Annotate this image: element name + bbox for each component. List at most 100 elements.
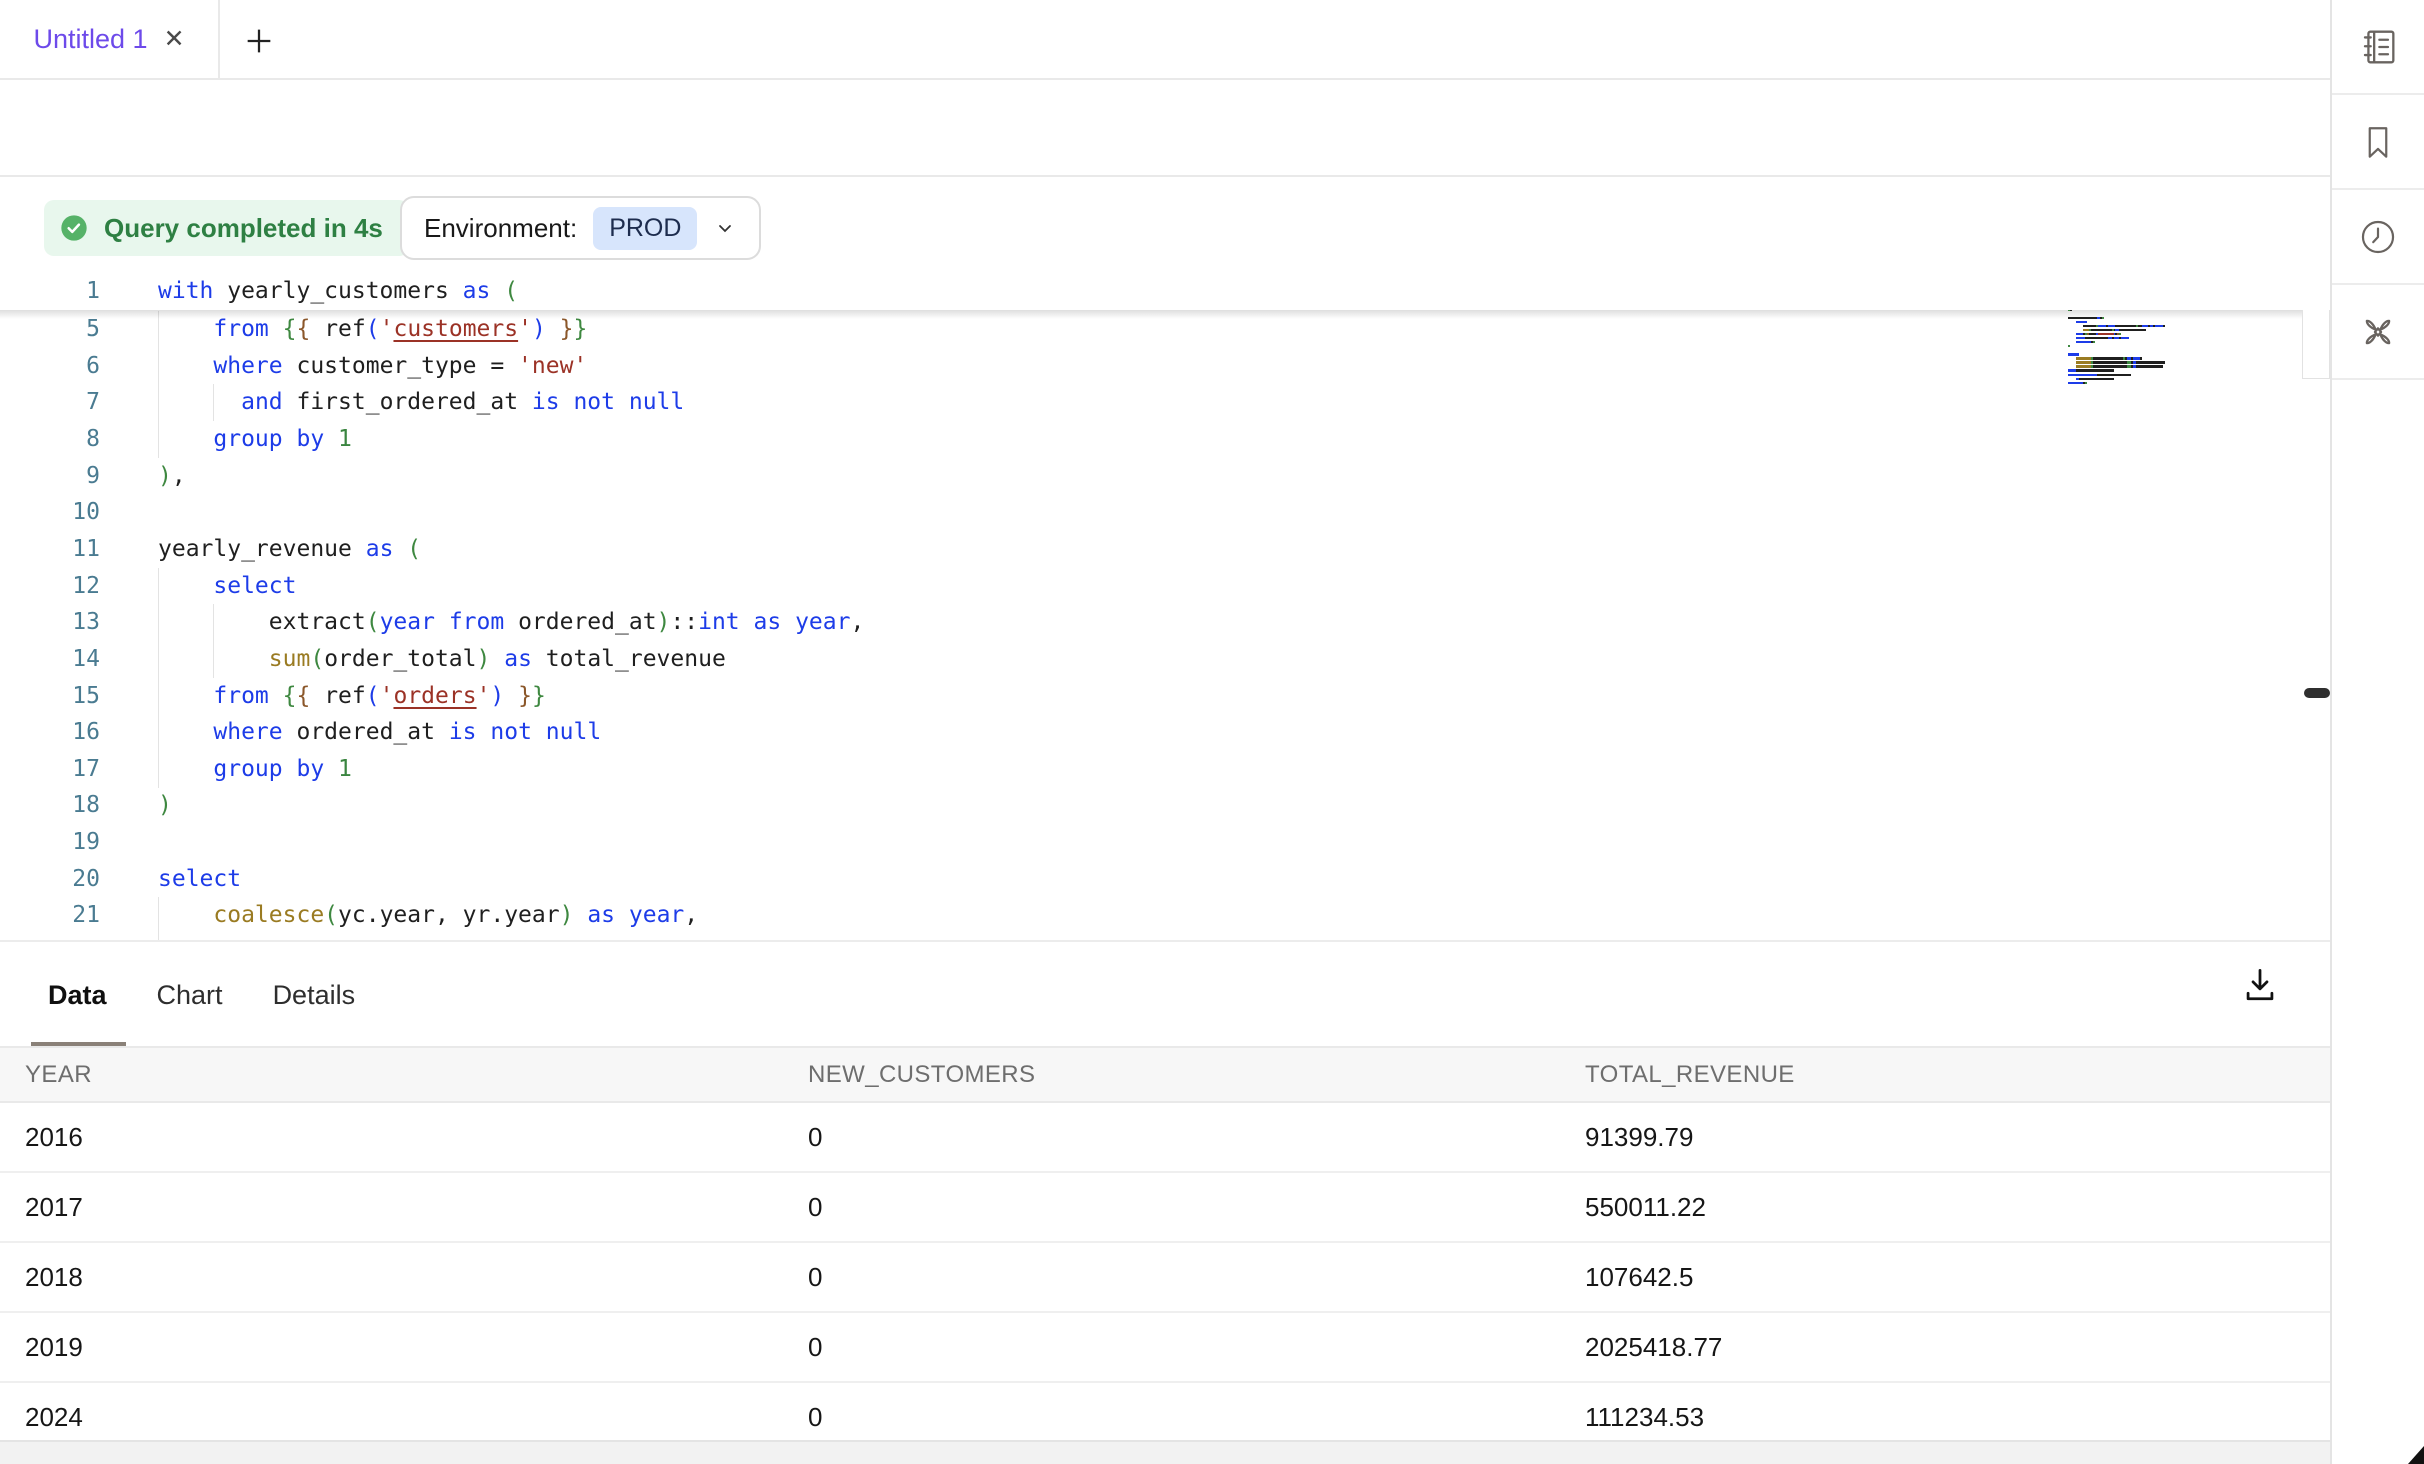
code-text: from {{ ref('orders') }}	[158, 678, 546, 715]
download-icon	[2238, 963, 2282, 1007]
column-header: NEW_CUSTOMERS	[783, 1048, 1560, 1101]
table-cell: 2025418.77	[1560, 1313, 2330, 1381]
code-text: )	[158, 787, 172, 824]
sidebar-bookmarks-button[interactable]	[2332, 95, 2424, 190]
environment-value-chip: PROD	[593, 207, 697, 250]
table-row: 2016091399.79	[0, 1103, 2330, 1173]
table-body: 2016091399.7920170550011.2220180107642.5…	[0, 1103, 2330, 1453]
line-number: 1	[0, 273, 100, 310]
code-editor[interactable]: 5 from {{ ref('customers') }}6 where cus…	[0, 273, 2330, 940]
code-text: coalesce(yc.year, yr.year) as year,	[158, 897, 698, 934]
results-tab-data[interactable]: Data	[48, 980, 107, 1011]
code-text: group by 1	[158, 751, 352, 788]
download-results-button[interactable]	[2238, 963, 2282, 1007]
table-cell: 550011.22	[1560, 1173, 2330, 1241]
line-number: 19	[0, 824, 100, 861]
code-text: select	[158, 568, 296, 605]
ref-link[interactable]: orders	[393, 683, 476, 709]
chevron-down-icon	[713, 216, 737, 240]
code-line: 19	[0, 824, 2330, 861]
environment-selector[interactable]: Environment: PROD	[400, 196, 761, 260]
code-text: yearly_revenue as (	[158, 531, 421, 568]
history-clock-icon	[2356, 215, 2400, 259]
minimap-line	[2068, 381, 2188, 385]
sticky-line-shadow	[0, 310, 2330, 319]
code-text: group by 1	[158, 421, 352, 458]
code-text: where customer_type = 'new'	[158, 348, 587, 385]
code-line: 9),	[0, 458, 2330, 495]
status-row: Query completed in 4s Environment: PROD	[0, 177, 2330, 273]
code-line: 11yearly_revenue as (	[0, 531, 2330, 568]
tab-close-icon[interactable]: ✕	[164, 27, 185, 52]
code-line: 13 extract(year from ordered_at)::int as…	[0, 604, 2330, 641]
line-number: 14	[0, 641, 100, 678]
code-line: 6 where customer_type = 'new'	[0, 348, 2330, 385]
main-panel: Untitled 1 ✕ Develop Run	[0, 0, 2330, 1464]
code-text: sum(order_total) as total_revenue	[158, 641, 726, 678]
line-number: 6	[0, 348, 100, 385]
results-tab-chart[interactable]: Chart	[157, 980, 223, 1011]
table-cell: 107642.5	[1560, 1243, 2330, 1311]
code-text: select	[158, 861, 241, 898]
line-number: 10	[0, 494, 100, 531]
code-line: 20 select	[0, 861, 2330, 898]
column-header: YEAR	[0, 1048, 783, 1101]
code-text: ),	[158, 458, 186, 495]
query-status-pill: Query completed in 4s	[44, 200, 409, 256]
horizontal-scrollbar-track[interactable]	[0, 1440, 2330, 1464]
line-number: 17	[0, 751, 100, 788]
table-cell: 2016	[0, 1103, 783, 1171]
table-cell: 2019	[0, 1313, 783, 1381]
query-status-text: Query completed in 4s	[104, 213, 383, 244]
code-text: where ordered_at is not null	[158, 714, 601, 751]
results-table: YEARNEW_CUSTOMERSTOTAL_REVENUE 201609139…	[0, 1046, 2330, 1453]
sidebar-history-button[interactable]	[2332, 190, 2424, 285]
table-cell: 2017	[0, 1173, 783, 1241]
line-number: 12	[0, 568, 100, 605]
code-line: 21 coalesce(yc.year, yr.year) as year,	[0, 897, 2330, 934]
plus-icon	[242, 24, 276, 58]
environment-label: Environment:	[424, 213, 577, 244]
code-line: 10	[0, 494, 2330, 531]
code-line: 7 and first_ordered_at is not null	[0, 384, 2330, 421]
bookmark-icon	[2356, 120, 2400, 164]
editor-scrollbar-thumb[interactable]	[2304, 688, 2330, 698]
line-number: 7	[0, 384, 100, 421]
column-header: TOTAL_REVENUE	[1560, 1048, 2330, 1101]
line-number: 16	[0, 714, 100, 751]
sticky-code-line: 1 with yearly_customers as (	[0, 273, 2330, 310]
code-line: 15 from {{ ref('orders') }}	[0, 678, 2330, 715]
right-sidebar	[2330, 0, 2424, 1464]
line-number: 8	[0, 421, 100, 458]
code-line: 14 sum(order_total) as total_revenue	[0, 641, 2330, 678]
editor-tab-bar: Untitled 1 ✕	[0, 0, 2330, 80]
line-number: 13	[0, 604, 100, 641]
table-cell: 91399.79	[1560, 1103, 2330, 1171]
code-line: 16 where ordered_at is not null	[0, 714, 2330, 751]
ref-link[interactable]: customers	[393, 316, 518, 342]
sidebar-copilot-button[interactable]	[2332, 285, 2424, 380]
sql-ide-window: Untitled 1 ✕ Develop Run	[0, 0, 2424, 1464]
sidebar-notebook-button[interactable]	[2332, 0, 2424, 95]
table-cell: 0	[783, 1243, 1560, 1311]
code-line: 17 group by 1	[0, 751, 2330, 788]
code-text: with yearly_customers as (	[158, 273, 518, 310]
check-circle-icon	[58, 212, 90, 244]
line-number: 9	[0, 458, 100, 495]
code-line: 8 group by 1	[0, 421, 2330, 458]
tab-untitled-1[interactable]: Untitled 1 ✕	[0, 0, 220, 78]
table-cell: 0	[783, 1103, 1560, 1171]
line-number: 15	[0, 678, 100, 715]
copilot-compass-icon	[2355, 309, 2401, 355]
table-header-row: YEARNEW_CUSTOMERSTOTAL_REVENUE	[0, 1046, 2330, 1103]
table-row: 20180107642.5	[0, 1243, 2330, 1313]
line-number: 20	[0, 861, 100, 898]
table-row: 20170550011.22	[0, 1173, 2330, 1243]
new-tab-button[interactable]	[236, 18, 282, 64]
results-tab-details[interactable]: Details	[273, 980, 356, 1011]
code-text: extract(year from ordered_at)::int as ye…	[158, 604, 864, 641]
line-number: 18	[0, 787, 100, 824]
tab-title: Untitled 1	[33, 24, 147, 55]
code-text: and first_ordered_at is not null	[158, 384, 684, 421]
table-row: 201902025418.77	[0, 1313, 2330, 1383]
